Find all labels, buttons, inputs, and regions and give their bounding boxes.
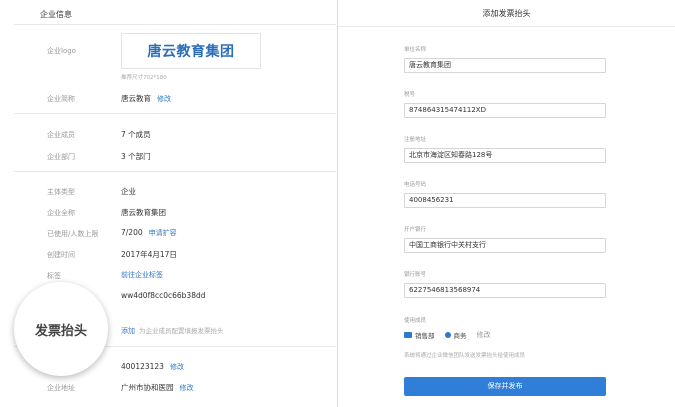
address-label: 企业地址 bbox=[47, 384, 75, 392]
created-label: 创建时间 bbox=[47, 251, 75, 259]
scope-label: 使用成员 bbox=[404, 318, 427, 324]
members-value: 7 个成员 bbox=[121, 130, 151, 139]
scope-edit-link[interactable]: 修改 bbox=[477, 330, 491, 340]
apply-expansion-link[interactable]: 申请扩容 bbox=[149, 229, 177, 237]
add-invoice-modal: 添加发票抬头 单位名称 唐云教育集团 税号 874864315474112XD … bbox=[338, 0, 675, 407]
subject-type-label: 主体类型 bbox=[47, 188, 75, 196]
subject-type-value: 企业 bbox=[121, 187, 136, 196]
company-info-panel: 企业信息 企业logo 唐云教育集团 推荐尺寸702*180 企业简称 唐云教育… bbox=[0, 0, 337, 407]
departments-value: 3 个部门 bbox=[121, 152, 151, 161]
save-and-publish-button[interactable]: 保存并发布 bbox=[404, 377, 606, 396]
corp-id-value: ww4d0f8cc0c66b38dd bbox=[121, 291, 206, 300]
company-name-input[interactable]: 唐云教育集团 bbox=[404, 58, 606, 73]
invoice-hint: 为企业成员配置填报发票抬头 bbox=[139, 327, 224, 335]
folder-icon bbox=[404, 332, 412, 338]
field-label-bank: 开户银行 bbox=[404, 227, 427, 233]
logo-upload-box[interactable]: 唐云教育集团 bbox=[121, 33, 261, 69]
usage-row: 7/200 申请扩容 bbox=[121, 228, 177, 238]
phone-edit-link[interactable]: 修改 bbox=[170, 363, 184, 371]
address-row: 广州市协和医园 修改 bbox=[121, 382, 194, 393]
tags-label: 标签 bbox=[47, 272, 61, 280]
company-logo: 唐云教育集团 bbox=[147, 44, 235, 60]
phone-value: 400123123 bbox=[121, 362, 164, 371]
full-name-label: 企业全称 bbox=[47, 209, 75, 217]
section-title: 企业信息 bbox=[40, 10, 72, 19]
short-name-edit-link[interactable]: 修改 bbox=[157, 95, 171, 103]
divider bbox=[14, 113, 336, 114]
registered-address-input[interactable]: 北京市海淀区知春路128号 bbox=[404, 148, 606, 163]
invoice-add-link[interactable]: 添加 bbox=[121, 327, 135, 335]
invoice-row: 添加 为企业成员配置填报发票抬头 bbox=[121, 325, 224, 336]
invoice-magnifier: 发票抬头 bbox=[14, 282, 108, 376]
full-name-value: 唐云教育集团 bbox=[121, 208, 166, 217]
field-label-address: 注册地址 bbox=[404, 137, 427, 143]
tax-id-input[interactable]: 874864315474112XD bbox=[404, 103, 606, 118]
scope-item-business-label: 商务 bbox=[453, 332, 467, 340]
scope-item-sales: 销售部 bbox=[404, 330, 435, 340]
created-value: 2017年4月17日 bbox=[121, 250, 177, 259]
field-label-company-name: 单位名称 bbox=[404, 47, 427, 53]
invoice-title-label: 发票抬头 bbox=[34, 323, 87, 339]
bank-input[interactable]: 中国工商银行中关村支行 bbox=[404, 238, 606, 253]
members-label: 企业成员 bbox=[47, 131, 75, 139]
notification-note: 系统将通过企业微信团队发送发票抬头给使用成员 bbox=[404, 353, 526, 359]
phone-row: 400123123 修改 bbox=[121, 362, 184, 372]
short-name-row: 唐云教育 修改 bbox=[121, 93, 171, 104]
divider bbox=[14, 171, 336, 172]
divider bbox=[14, 24, 336, 25]
logo-label: 企业logo bbox=[47, 47, 76, 55]
tags-row: 前往企业标签 bbox=[121, 270, 163, 280]
tags-link[interactable]: 前往企业标签 bbox=[121, 271, 163, 279]
modal-title: 添加发票抬头 bbox=[338, 0, 675, 27]
address-value: 广州市协和医园 bbox=[121, 383, 174, 392]
scope-item-sales-label: 销售部 bbox=[415, 332, 435, 340]
field-label-tax-id: 税号 bbox=[404, 92, 416, 98]
address-edit-link[interactable]: 修改 bbox=[180, 384, 194, 392]
scope-item-business: 商务 bbox=[444, 330, 467, 340]
field-label-phone: 电话号码 bbox=[404, 182, 427, 188]
scope-members: 销售部 商务 修改 bbox=[404, 330, 491, 340]
field-label-account: 银行账号 bbox=[404, 272, 427, 278]
usage-label: 已使用/人数上限 bbox=[47, 230, 99, 238]
bank-account-input[interactable]: 6227546813568974 bbox=[404, 283, 606, 298]
departments-label: 企业部门 bbox=[47, 153, 75, 161]
logo-size-hint: 推荐尺寸702*180 bbox=[121, 75, 167, 81]
phone-input[interactable]: 4008456231 bbox=[404, 193, 606, 208]
short-name-label: 企业简称 bbox=[47, 95, 75, 103]
short-name-value: 唐云教育 bbox=[121, 94, 151, 103]
usage-value: 7/200 bbox=[121, 228, 143, 237]
group-icon bbox=[444, 332, 451, 338]
